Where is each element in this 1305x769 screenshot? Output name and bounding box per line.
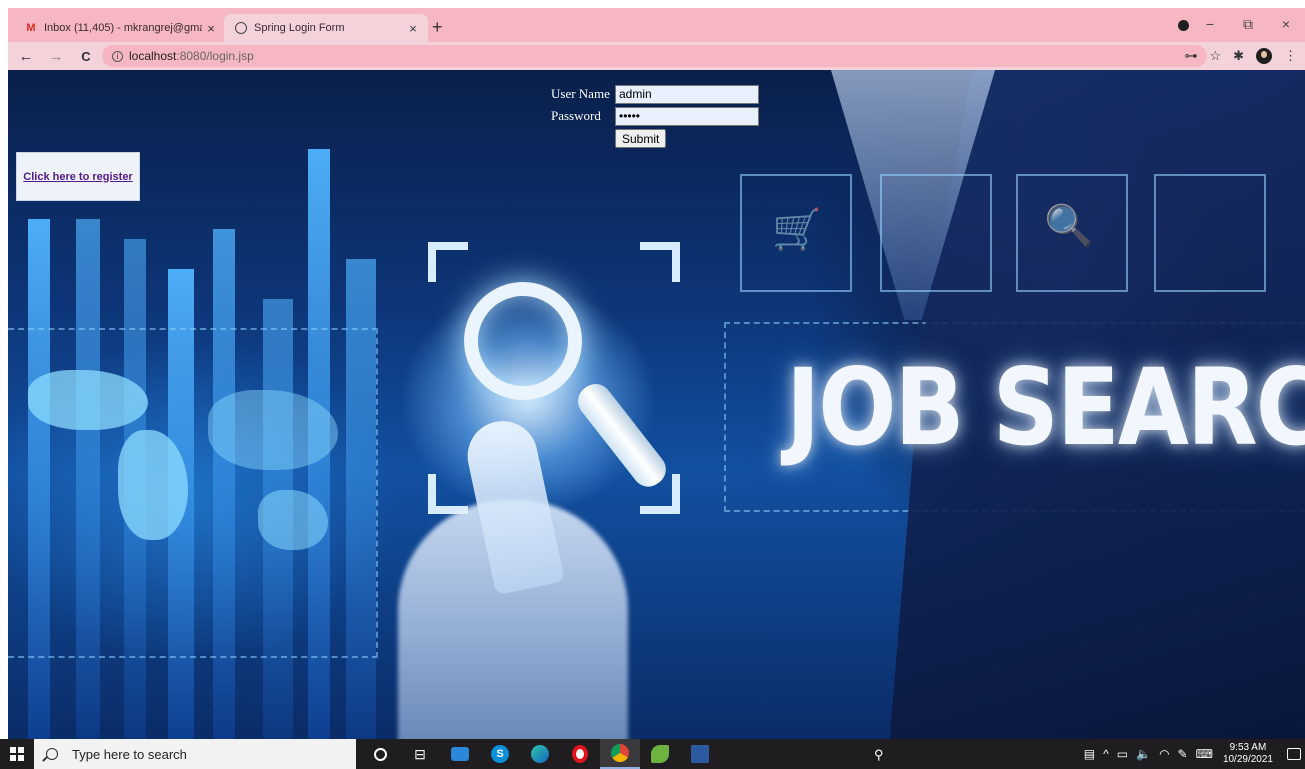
show-hidden-icons-icon[interactable]: ^	[1103, 747, 1109, 761]
tab-title: Spring Login Form	[254, 22, 345, 34]
skype-icon[interactable]: S	[480, 739, 520, 769]
eclipse-icon[interactable]	[680, 739, 720, 769]
search-icon	[46, 748, 58, 760]
close-tab-icon[interactable]: ×	[202, 21, 220, 36]
people-icon[interactable]: ⚲	[874, 747, 884, 763]
background-headline: JOB SEARCH	[786, 346, 1305, 470]
profile-indicator-icon[interactable]	[1178, 20, 1189, 31]
news-icon[interactable]: ▤	[1084, 747, 1095, 761]
page-viewport: 🛒 🔍 JOB SEARCH Click here to register Us…	[8, 70, 1305, 739]
password-row: Password	[551, 105, 759, 127]
back-button[interactable]: ←	[14, 48, 38, 65]
edge-icon[interactable]	[520, 739, 560, 769]
window-controls: − ⧉ ×	[1191, 10, 1305, 38]
start-button[interactable]	[0, 739, 34, 769]
password-input[interactable]	[615, 106, 759, 126]
tab-spring-login-form[interactable]: Spring Login Form ×	[224, 14, 428, 42]
password-key-icon[interactable]: ⊶	[1184, 48, 1197, 64]
browser-chrome: M Inbox (11,405) - mkrangrej@gma × Sprin…	[8, 8, 1305, 70]
minimize-button[interactable]: −	[1191, 16, 1229, 32]
tab-title: Inbox (11,405) - mkrangrej@gma	[44, 22, 202, 34]
profile-avatar-icon[interactable]	[1256, 48, 1272, 64]
search-placeholder: Type here to search	[72, 746, 187, 762]
mail-icon[interactable]	[440, 739, 480, 769]
clock-date: 10/29/2021	[1222, 754, 1273, 765]
username-label: User Name	[551, 86, 610, 101]
pen-icon[interactable]: ✎	[1178, 747, 1188, 761]
tab-gmail-inbox[interactable]: M Inbox (11,405) - mkrangrej@gma ×	[16, 14, 226, 42]
url-host: localhost	[129, 49, 177, 63]
spring-tool-suite-icon[interactable]	[640, 739, 680, 769]
windows-logo-icon	[10, 747, 24, 761]
username-row: User Name	[551, 83, 759, 105]
password-label: Password	[551, 108, 601, 123]
wifi-icon[interactable]: ◠	[1159, 747, 1169, 761]
taskbar-search-box[interactable]: Type here to search	[34, 739, 356, 769]
extensions-puzzle-icon[interactable]: ✱	[1233, 48, 1244, 64]
close-window-button[interactable]: ×	[1267, 16, 1305, 32]
reload-button[interactable]: C	[74, 49, 98, 64]
battery-icon[interactable]: ▭	[1117, 747, 1128, 761]
clock[interactable]: 9:53 AM 10/29/2021	[1223, 742, 1273, 766]
browser-toolbar: ← → C i localhost:8080/login.jsp ⊶ ☆ ✱ ⋮	[8, 42, 1305, 70]
url-path: :8080/login.jsp	[176, 49, 254, 63]
chrome-icon[interactable]	[600, 739, 640, 769]
system-tray: ▤ ^ ▭ 🔈 ◠ ✎ ⌨ 9:53 AM 10/29/2021	[1080, 739, 1305, 769]
toolbar-actions: ⊶ ☆ ✱ ⋮	[1184, 45, 1297, 67]
username-input[interactable]	[615, 84, 759, 104]
register-box: Click here to register	[16, 152, 140, 201]
notifications-icon[interactable]	[1287, 748, 1301, 760]
opera-icon[interactable]	[560, 739, 600, 769]
new-tab-button[interactable]: +	[432, 18, 443, 36]
close-tab-icon[interactable]: ×	[404, 21, 422, 36]
address-bar[interactable]: i localhost:8080/login.jsp	[102, 45, 1207, 67]
bookmark-star-icon[interactable]: ☆	[1209, 48, 1221, 64]
taskbar-pinned-apps: ⊟ S	[360, 739, 720, 769]
forward-button[interactable]: →	[44, 48, 68, 65]
cortana-icon[interactable]	[360, 739, 400, 769]
clock-time: 9:53 AM	[1229, 742, 1267, 753]
login-form: User Name Password Submit	[551, 83, 759, 148]
tab-strip: M Inbox (11,405) - mkrangrej@gma × Sprin…	[8, 8, 1305, 42]
gmail-icon: M	[26, 22, 36, 34]
task-view-icon[interactable]: ⊟	[400, 739, 440, 769]
windows-taskbar: Type here to search ⊟ S ⚲ ▤ ^ ▭ 🔈 ◠ ✎ ⌨ …	[0, 739, 1305, 769]
globe-icon	[234, 21, 248, 35]
submit-button[interactable]: Submit	[615, 129, 667, 148]
volume-icon[interactable]: 🔈	[1136, 747, 1151, 761]
info-icon[interactable]: i	[112, 50, 123, 62]
keyboard-icon[interactable]: ⌨	[1196, 747, 1213, 761]
register-link[interactable]: Click here to register	[23, 171, 132, 183]
restore-button[interactable]: ⧉	[1229, 16, 1267, 33]
menu-kebab-icon[interactable]: ⋮	[1284, 48, 1297, 64]
